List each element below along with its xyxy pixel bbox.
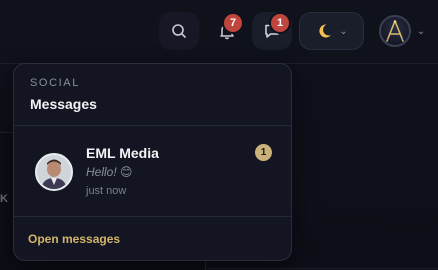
user-menu-button[interactable]: ⌄ — [373, 12, 431, 50]
message-preview: Hello! 😊 — [86, 165, 133, 179]
messages-popover: SOCIAL Messages EML Media Hello! 😊 just … — [13, 63, 292, 261]
unread-count-badge: 1 — [255, 144, 272, 161]
chevron-down-icon: ⌄ — [339, 25, 348, 37]
avatar-emblem-icon — [385, 20, 404, 42]
notifications-count-badge: 7 — [224, 14, 242, 32]
sender-avatar — [35, 153, 73, 191]
open-messages-link[interactable]: Open messages — [28, 232, 120, 246]
background-divider — [205, 268, 438, 269]
moon-icon — [319, 24, 332, 38]
search-button[interactable] — [159, 12, 199, 50]
message-list-item[interactable]: EML Media Hello! 😊 just now 1 — [14, 126, 291, 216]
search-icon — [172, 24, 186, 38]
theme-toggle-button[interactable]: ⌄ — [299, 12, 364, 50]
popover-footer-divider — [14, 216, 291, 217]
messages-count-badge: 1 — [271, 14, 289, 32]
app-window: K 7 1 ⌄ ⌄ SOCIAL Messages EML Media Hell… — [0, 0, 438, 270]
message-sender-name: EML Media — [86, 145, 159, 161]
popover-caption: SOCIAL — [30, 77, 80, 89]
user-avatar — [378, 15, 411, 47]
chevron-down-icon: ⌄ — [416, 25, 426, 37]
popover-title: Messages — [30, 96, 97, 112]
message-timestamp: just now — [86, 185, 127, 197]
background-side-letter: K — [0, 193, 8, 205]
